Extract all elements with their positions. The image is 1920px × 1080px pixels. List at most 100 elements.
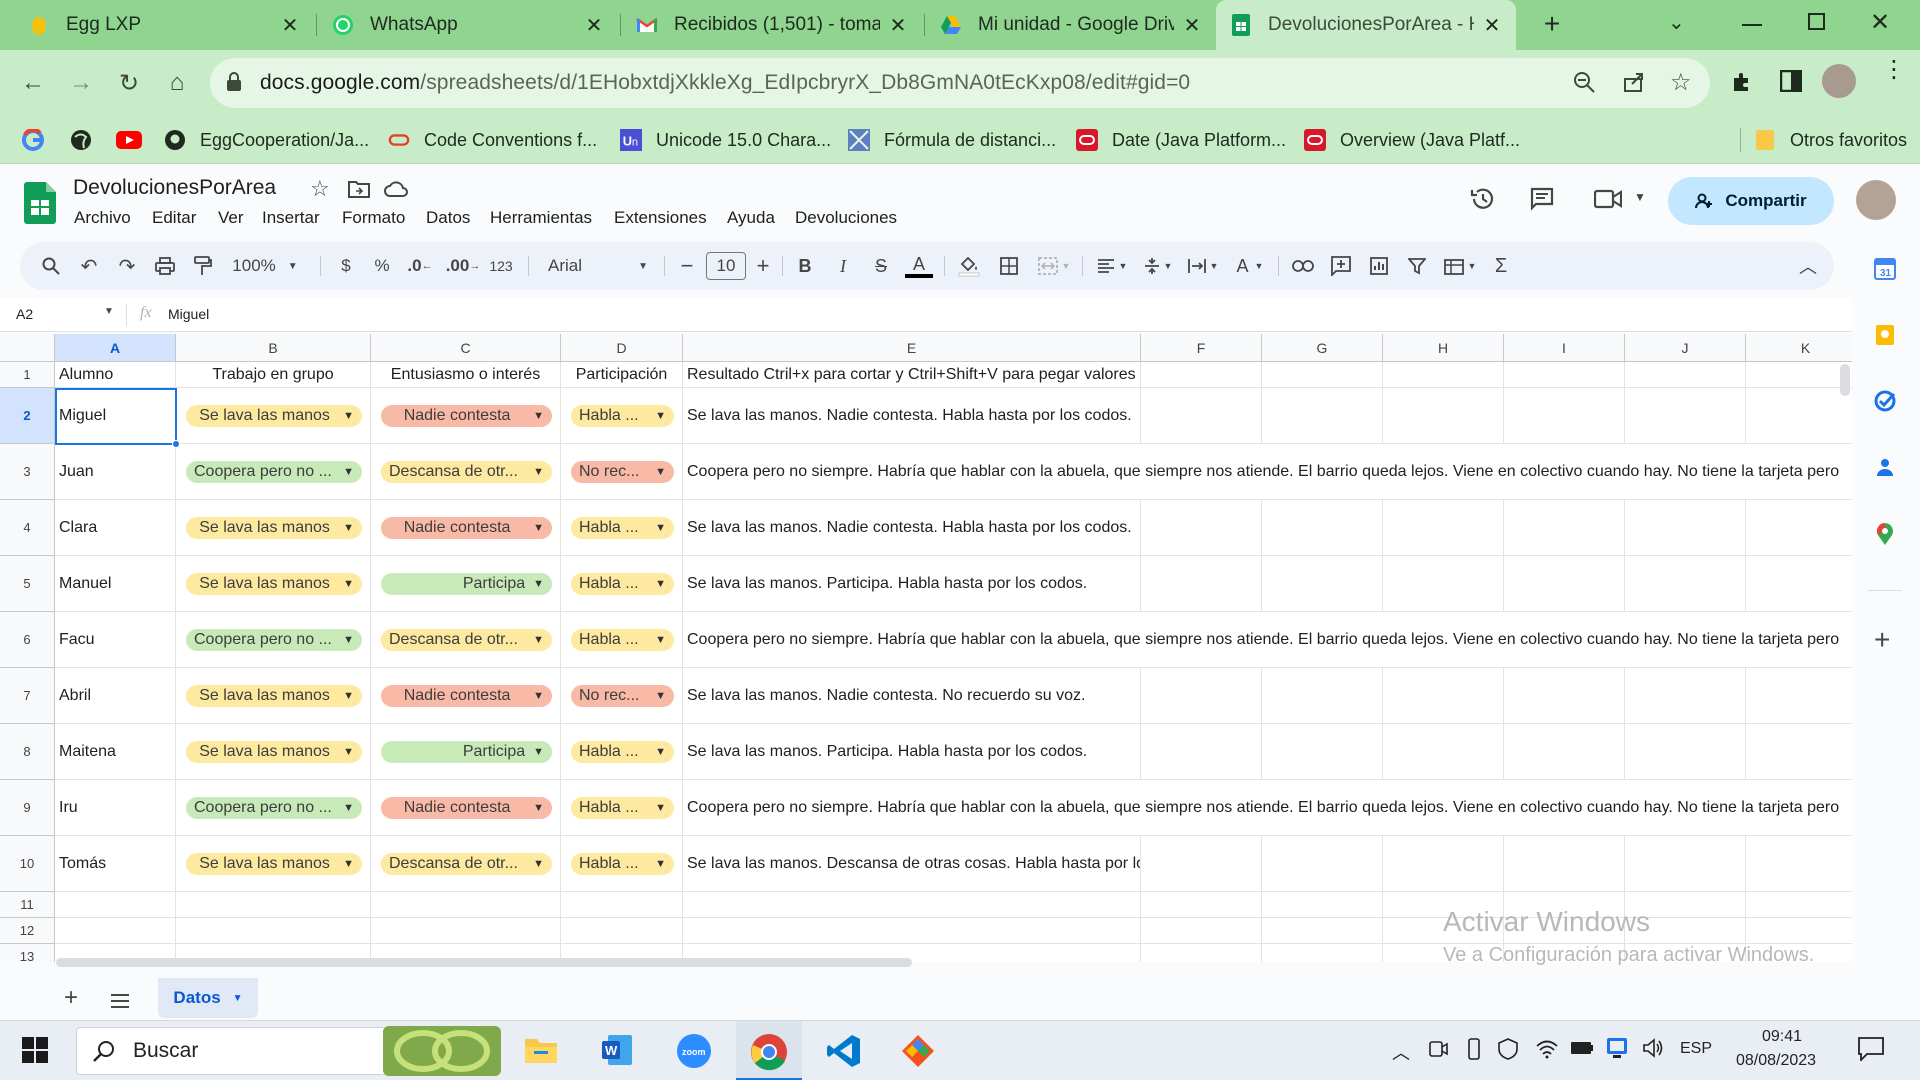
empty-cell[interactable] xyxy=(1383,556,1504,612)
dropdown-chip[interactable]: Participa ▼ xyxy=(381,740,552,763)
header-cell-participacion[interactable]: Participación xyxy=(561,362,683,388)
sheet-tab-datos[interactable]: Datos ▼ xyxy=(158,978,258,1018)
profile-avatar[interactable] xyxy=(1822,64,1856,98)
collapse-toolbar-chevron-icon[interactable]: ︿ xyxy=(1796,242,1820,290)
empty-cell[interactable] xyxy=(1262,668,1383,724)
extensions-puzzle-icon[interactable] xyxy=(1730,70,1754,94)
empty-cell[interactable] xyxy=(1383,836,1504,892)
cell-participacion[interactable]: Habla ... ▼ xyxy=(561,612,683,668)
empty-cell[interactable] xyxy=(1141,362,1262,388)
cell-entusiasmo[interactable]: Participa ▼ xyxy=(371,724,561,780)
dropdown-chip[interactable]: Habla ... ▼ xyxy=(571,796,674,819)
empty-cell[interactable] xyxy=(1141,500,1262,556)
file-explorer-icon[interactable] xyxy=(524,1035,558,1065)
cell-entusiasmo[interactable]: Nadie contesta ▼ xyxy=(371,500,561,556)
account-avatar[interactable] xyxy=(1856,180,1896,220)
row-header-8[interactable]: 8 xyxy=(0,724,55,780)
menu-ayuda[interactable]: Ayuda xyxy=(727,208,775,228)
word-icon[interactable]: W xyxy=(600,1033,634,1067)
all-sheets-icon[interactable] xyxy=(110,994,130,1008)
new-tab-icon[interactable]: + xyxy=(1536,8,1568,42)
empty-cell[interactable] xyxy=(1262,918,1383,944)
get-addons-plus-icon[interactable]: + xyxy=(1874,624,1890,656)
cell-resultado[interactable]: Coopera pero no siempre. Habría que habl… xyxy=(683,444,1852,500)
dropdown-chip[interactable]: Se lava las manos ▼ xyxy=(186,516,362,539)
globe-bookmark-icon[interactable] xyxy=(70,116,92,164)
dropdown-chip[interactable]: Se lava las manos ▼ xyxy=(186,684,362,707)
decrease-decimal-button[interactable]: .0 ← xyxy=(406,242,434,290)
calendar-icon[interactable]: 31 xyxy=(1874,258,1896,280)
cell-alumno[interactable]: Juan xyxy=(55,444,176,500)
column-header-e[interactable]: E xyxy=(683,334,1141,362)
row-header-7[interactable]: 7 xyxy=(0,668,55,724)
text-rotation-button[interactable]: A ▼ xyxy=(1230,242,1270,290)
text-color-button[interactable]: A xyxy=(904,242,934,290)
cell-trabajo[interactable]: Se lava las manos ▼ xyxy=(176,500,371,556)
empty-cell[interactable] xyxy=(371,892,561,918)
zoom-select[interactable]: 100% ▼ xyxy=(230,242,300,290)
select-all-corner[interactable] xyxy=(0,334,55,362)
meet-dropdown-icon[interactable]: ▼ xyxy=(1634,190,1646,204)
language-indicator[interactable]: ESP xyxy=(1680,1040,1712,1058)
tab-search-chevron-icon[interactable]: ⌄ xyxy=(1668,10,1692,40)
header-cell-trabajo[interactable]: Trabajo en grupo xyxy=(176,362,371,388)
column-header-f[interactable]: F xyxy=(1141,334,1262,362)
menu-ver[interactable]: Ver xyxy=(218,208,244,228)
empty-cell[interactable] xyxy=(1141,556,1262,612)
empty-cell[interactable] xyxy=(1746,892,1852,918)
header-cell-entusiasmo[interactable]: Entusiasmo o interés xyxy=(371,362,561,388)
meet-now-icon[interactable] xyxy=(1428,1039,1448,1059)
clock-time[interactable]: 09:41 xyxy=(1762,1028,1802,1046)
star-icon[interactable]: ☆ xyxy=(310,176,330,202)
empty-cell[interactable] xyxy=(1625,362,1746,388)
empty-cell[interactable] xyxy=(1262,892,1383,918)
cell-entusiasmo[interactable]: Descansa de otr... ▼ xyxy=(371,612,561,668)
forward-arrow-icon[interactable]: → xyxy=(66,68,96,98)
empty-cell[interactable] xyxy=(1262,724,1383,780)
show-hidden-icons-chevron-icon[interactable]: ︿ xyxy=(1392,1039,1410,1065)
vscode-icon[interactable] xyxy=(826,1033,862,1069)
empty-cell[interactable] xyxy=(1383,724,1504,780)
column-header-a[interactable]: A xyxy=(55,334,176,362)
cell-resultado[interactable]: Se lava las manos. Participa. Habla hast… xyxy=(683,724,1141,780)
empty-cell[interactable] xyxy=(1625,556,1746,612)
cell-resultado[interactable]: Coopera pero no siempre. Habría que habl… xyxy=(683,612,1852,668)
cell-alumno[interactable]: Facu xyxy=(55,612,176,668)
menu-insertar[interactable]: Insertar xyxy=(262,208,320,228)
font-size-input[interactable]: 10 xyxy=(706,242,746,290)
security-shield-icon[interactable] xyxy=(1498,1038,1518,1060)
zoom-app-icon[interactable]: zoom xyxy=(676,1033,712,1069)
dropdown-chip[interactable]: Se lava las manos ▼ xyxy=(186,404,362,427)
cell-resultado[interactable]: Se lava las manos. Descansa de otras cos… xyxy=(683,836,1141,892)
empty-cell[interactable] xyxy=(1141,388,1262,444)
currency-format-button[interactable]: $ xyxy=(336,242,356,290)
empty-cell[interactable] xyxy=(1504,724,1625,780)
empty-cell[interactable] xyxy=(1141,724,1262,780)
zoom-out-icon[interactable] xyxy=(1572,70,1596,94)
cell-alumno[interactable]: Maitena xyxy=(55,724,176,780)
empty-cell[interactable] xyxy=(683,918,1141,944)
vertical-align-icon[interactable]: ▼ xyxy=(1140,242,1176,290)
more-formats-button[interactable]: 123 xyxy=(486,242,516,290)
horizontal-align-icon[interactable]: ▼ xyxy=(1092,242,1132,290)
version-history-icon[interactable] xyxy=(1470,186,1496,212)
menu-formato[interactable]: Formato xyxy=(342,208,405,228)
git-app-icon[interactable] xyxy=(900,1033,936,1069)
menu-herramientas[interactable]: Herramientas xyxy=(490,208,592,228)
row-header-9[interactable]: 9 xyxy=(0,780,55,836)
bookmark-date-java[interactable]: Date (Java Platform... xyxy=(1076,116,1286,164)
dropdown-chip[interactable]: Habla ... ▼ xyxy=(571,628,674,651)
keep-icon[interactable] xyxy=(1874,324,1896,346)
empty-cell[interactable] xyxy=(1383,500,1504,556)
text-wrapping-icon[interactable]: ▼ xyxy=(1184,242,1222,290)
dropdown-chip[interactable]: Descansa de otr... ▼ xyxy=(381,852,552,875)
name-box[interactable]: A2 xyxy=(16,306,33,322)
dropdown-chip[interactable]: Se lava las manos ▼ xyxy=(186,740,362,763)
empty-cell[interactable] xyxy=(1504,362,1625,388)
cloud-status-icon[interactable] xyxy=(384,180,408,198)
close-tab-icon[interactable]: ✕ xyxy=(584,13,604,38)
cell-resultado[interactable]: Se lava las manos. Participa. Habla hast… xyxy=(683,556,1141,612)
menu-archivo[interactable]: Archivo xyxy=(74,208,131,228)
cell-resultado[interactable]: Se lava las manos. Nadie contesta. Habla… xyxy=(683,388,1141,444)
empty-cell[interactable] xyxy=(1746,724,1852,780)
